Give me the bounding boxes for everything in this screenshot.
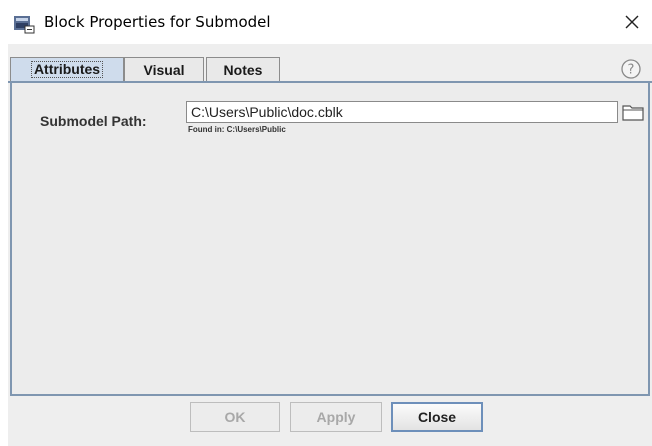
close-button[interactable]: Close	[391, 402, 483, 432]
found-in-text: Found in: C:\Users\Public	[188, 125, 286, 134]
tab-attributes[interactable]: Attributes	[10, 57, 124, 81]
apply-button[interactable]: Apply	[290, 402, 382, 432]
ok-button[interactable]: OK	[190, 402, 280, 432]
tab-visual[interactable]: Visual	[124, 57, 204, 81]
block-icon	[13, 14, 35, 34]
window-title: Block Properties for Submodel	[44, 13, 271, 31]
attributes-panel: Submodel Path: Found in: C:\Users\Public	[10, 83, 650, 396]
tab-notes[interactable]: Notes	[206, 57, 280, 81]
tab-attributes-label: Attributes	[30, 61, 104, 78]
dialog-content: Attributes Visual Notes ? Submodel Path:…	[8, 44, 652, 446]
folder-icon[interactable]	[622, 103, 644, 121]
tab-visual-label: Visual	[143, 61, 185, 78]
submodel-path-label: Submodel Path:	[40, 113, 147, 129]
svg-text:?: ?	[628, 63, 635, 78]
close-icon[interactable]	[620, 10, 644, 34]
tab-notes-label: Notes	[223, 61, 263, 78]
title-bar: Block Properties for Submodel	[0, 0, 652, 44]
submodel-path-input[interactable]	[186, 101, 618, 123]
help-icon[interactable]: ?	[620, 58, 642, 80]
